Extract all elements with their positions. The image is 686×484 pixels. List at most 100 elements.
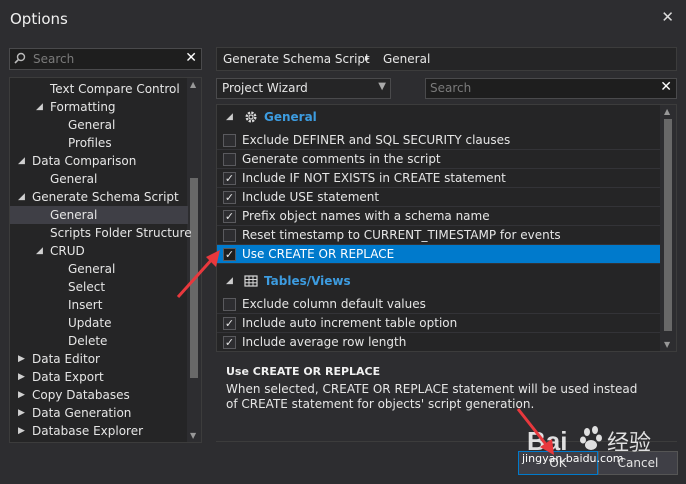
group-label: Tables/Views [264, 274, 351, 288]
tree-item[interactable]: ◢ Data Comparison [10, 152, 188, 170]
option-row[interactable]: ✓ Use CREATE OR REPLACE [217, 245, 660, 264]
checkbox-unchecked[interactable] [223, 153, 236, 166]
close-icon[interactable]: ✕ [661, 8, 674, 26]
tree-item[interactable]: ▶ Data Generation [10, 404, 188, 422]
tree-item[interactable]: ◢ Generate Schema Script [10, 188, 188, 206]
gear-icon [245, 111, 257, 123]
expanded-arrow-icon[interactable]: ◢ [36, 242, 43, 260]
tree-item[interactable]: Select [10, 278, 188, 296]
tree-item-label: Generate Schema Script [32, 190, 179, 204]
collapsed-arrow-icon[interactable]: ▶ [18, 386, 25, 404]
watermark-url: jingyan.baidu.com [522, 452, 624, 465]
tree-item[interactable]: ▶ Database Explorer [10, 422, 188, 440]
scroll-up-icon[interactable]: ▲ [664, 107, 670, 116]
checkbox-checked[interactable]: ✓ [223, 210, 236, 223]
option-label: Generate comments in the script [242, 152, 441, 166]
option-row[interactable]: Exclude DEFINER and SQL SECURITY clauses [217, 131, 660, 150]
checkbox-checked[interactable]: ✓ [223, 172, 236, 185]
collapsed-arrow-icon[interactable]: ▶ [18, 350, 25, 368]
option-row[interactable]: ✓ Include IF NOT EXISTS in CREATE stateme… [217, 169, 660, 188]
expanded-arrow-icon[interactable]: ◢ [36, 98, 43, 116]
option-label: Use CREATE OR REPLACE [242, 247, 395, 261]
description-title: Use CREATE OR REPLACE [226, 365, 381, 378]
checkbox-checked[interactable]: ✓ [223, 191, 236, 204]
group-label: General [264, 110, 317, 124]
profile-dropdown[interactable]: Project Wizard ▼ [216, 78, 391, 99]
breadcrumb-section: Generate Schema Script [223, 52, 370, 66]
tree-item-label: Delete [68, 334, 108, 348]
property-grid: ◢ General Exclude DEFINER and SQL SECURI… [216, 104, 677, 352]
option-label: Exclude column default values [242, 297, 426, 311]
tree-item[interactable]: Scripts Folder Structure [10, 224, 192, 242]
tree-item-label: General [50, 208, 98, 222]
checkbox-unchecked[interactable] [223, 134, 236, 147]
description-text: When selected, CREATE OR REPLACE stateme… [226, 382, 638, 411]
tree-item-label: CRUD [50, 244, 85, 258]
clear-grid-search-icon[interactable]: ✕ [660, 79, 672, 95]
tree-item[interactable]: General [10, 260, 188, 278]
expanded-arrow-icon[interactable]: ◢ [18, 152, 25, 170]
scroll-up-icon[interactable]: ▲ [190, 80, 196, 89]
option-row[interactable]: ✓ Include average row length [217, 333, 660, 351]
collapse-icon[interactable]: ◢ [226, 276, 233, 286]
clear-search-icon[interactable]: ✕ [185, 50, 197, 66]
checkbox-checked[interactable]: ✓ [223, 248, 236, 261]
group-tables-views[interactable]: ◢ Tables/Views [217, 269, 660, 295]
breadcrumb: Generate Schema Script ▸ General [216, 47, 677, 71]
tree-item[interactable]: Delete [10, 332, 188, 350]
tree-search-input[interactable]: Search ✕ [9, 48, 202, 70]
tree-item[interactable]: General [10, 206, 188, 224]
tree-item-label: Data Generation [32, 406, 132, 420]
tree-item-label: Text Compare Control [50, 82, 180, 96]
option-row[interactable]: Exclude column default values [217, 295, 660, 314]
tree-item[interactable]: Profiles [10, 134, 188, 152]
grid-scrollbar[interactable]: ▲ ▼ [660, 105, 676, 351]
checkbox-unchecked[interactable] [223, 298, 236, 311]
search-icon [14, 52, 26, 64]
option-row[interactable]: Reset timestamp to CURRENT_TIMESTAMP for… [217, 226, 660, 245]
tree-item[interactable]: Text Compare Control [10, 80, 188, 98]
collapse-icon[interactable]: ◢ [226, 112, 233, 122]
expanded-arrow-icon[interactable]: ◢ [18, 188, 25, 206]
tree-item-label: General [68, 262, 116, 276]
option-label: Exclude DEFINER and SQL SECURITY clauses [242, 133, 511, 147]
scroll-down-icon[interactable]: ▼ [664, 340, 670, 349]
tree-item[interactable]: Update [10, 314, 188, 332]
tree-scroll-thumb[interactable] [190, 178, 198, 378]
tree-item[interactable]: ◢ CRUD [10, 242, 188, 260]
tree-scrollbar[interactable]: ▲ ▼ [187, 78, 201, 442]
option-row[interactable]: ✓ Prefix object names with a schema name [217, 207, 660, 226]
option-label: Reset timestamp to CURRENT_TIMESTAMP for… [242, 228, 561, 242]
tree-item[interactable]: ▶ Data Editor [10, 350, 188, 368]
tree-item[interactable]: ◢ Formatting [10, 98, 188, 116]
option-row[interactable]: ✓ Include USE statement [217, 188, 660, 207]
tree-item-label: Select [68, 280, 106, 294]
tree-item[interactable]: Insert [10, 296, 188, 314]
checkbox-checked[interactable]: ✓ [223, 317, 236, 330]
tree-item[interactable]: General [10, 170, 188, 188]
checkbox-checked[interactable]: ✓ [223, 336, 236, 349]
tree-item[interactable]: General [10, 116, 188, 134]
tree-item[interactable]: ▶ Data Export [10, 368, 188, 386]
options-tree[interactable]: ▲ ▼ Text Compare Control ◢ Formatting Gener… [9, 77, 202, 443]
title-bar: Options ✕ [0, 0, 686, 40]
tree-item-label: Data Editor [32, 352, 100, 366]
checkbox-unchecked[interactable] [223, 229, 236, 242]
collapsed-arrow-icon[interactable]: ▶ [18, 422, 25, 440]
tree-item-label: Database Explorer [32, 424, 144, 438]
grid-scroll-thumb[interactable] [664, 119, 672, 331]
chevron-down-icon: ▼ [378, 81, 386, 92]
grid-search-input[interactable]: Search ✕ [425, 78, 677, 99]
scroll-down-icon[interactable]: ▼ [190, 431, 196, 440]
collapsed-arrow-icon[interactable]: ▶ [18, 404, 25, 422]
paw-icon [580, 426, 602, 450]
tree-item[interactable]: ▶ Copy Databases [10, 386, 188, 404]
collapsed-arrow-icon[interactable]: ▶ [18, 368, 25, 386]
tree-item-label: Scripts Folder Structure [50, 226, 192, 240]
option-row[interactable]: ✓ Include auto increment table option [217, 314, 660, 333]
group-general[interactable]: ◢ General [217, 105, 660, 131]
tree-item-label: Profiles [68, 136, 112, 150]
option-label: Include average row length [242, 335, 407, 349]
option-row[interactable]: Generate comments in the script [217, 150, 660, 169]
profile-dropdown-value: Project Wizard [222, 81, 308, 95]
